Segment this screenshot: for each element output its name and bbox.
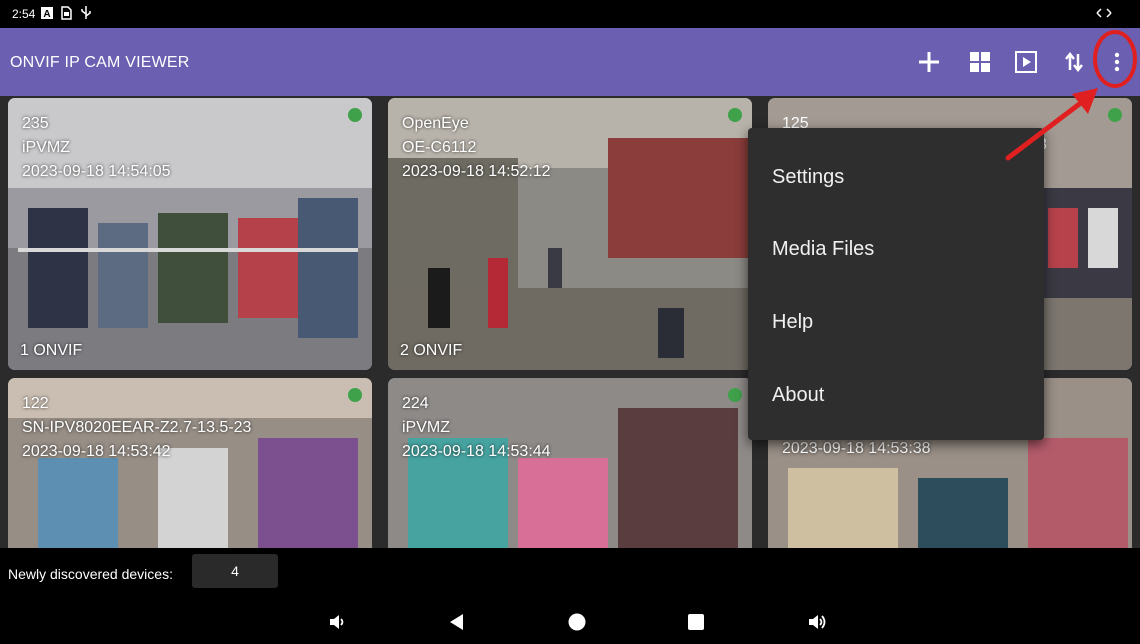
camera-model: OE-C6112 xyxy=(402,139,477,156)
volume-up-icon xyxy=(809,615,826,629)
newly-discovered-count-button[interactable]: 4 xyxy=(192,554,278,588)
camera-timestamp: 2023-09-18 14:52:12 xyxy=(402,163,551,180)
camera-tile-overlay: 224 iPVMZ 2023-09-18 14:53:44 xyxy=(388,378,752,548)
camera-timestamp: 2023-09-18 14:53:42 xyxy=(22,443,171,460)
recents-button[interactable] xyxy=(684,610,708,634)
grid-layout-button[interactable] xyxy=(966,48,994,76)
menu-item-media-files[interactable]: Media Files xyxy=(772,238,874,261)
volume-down-icon xyxy=(330,615,344,629)
camera-id: 122 xyxy=(22,395,49,412)
camera-id: 224 xyxy=(402,395,429,412)
back-button[interactable] xyxy=(444,610,468,634)
app-title: ONVIF IP CAM VIEWER xyxy=(10,54,190,71)
camera-model: iPVMZ xyxy=(402,419,450,436)
recents-icon xyxy=(688,614,704,630)
notification-a-icon: A xyxy=(41,6,53,20)
volume-up-button[interactable] xyxy=(806,610,830,634)
svg-text:A: A xyxy=(43,9,50,19)
camera-id: 235 xyxy=(22,115,49,132)
camera-label: 2 ONVIF xyxy=(400,342,463,359)
app-bar: ONVIF IP CAM VIEWER xyxy=(0,28,1140,96)
online-status-dot xyxy=(728,388,742,402)
camera-id: OpenEye xyxy=(402,115,469,132)
back-icon xyxy=(450,614,463,630)
camera-tile-overlay: 235 iPVMZ 2023-09-18 14:54:05 1 ONVIF xyxy=(8,98,372,370)
usb-icon xyxy=(80,6,92,20)
status-time: 2:54 xyxy=(12,7,36,21)
discovery-bar: Newly discovered devices: 4 xyxy=(0,548,1140,598)
online-status-dot xyxy=(728,108,742,122)
system-nav-bar xyxy=(0,598,1140,644)
menu-item-help[interactable]: Help xyxy=(772,311,813,334)
camera-timestamp: 2023-09-18 14:54:05 xyxy=(22,163,171,180)
home-icon xyxy=(568,613,586,631)
sim-icon xyxy=(60,6,72,20)
camera-timestamp: 2023-09-18 14:53:38 xyxy=(782,440,931,457)
add-camera-button[interactable] xyxy=(915,48,943,76)
online-status-dot xyxy=(348,108,362,122)
camera-info: 122 SN-IPV8020EEAR-Z2.7-13.5-23 2023-09-… xyxy=(22,392,251,464)
newly-discovered-label: Newly discovered devices: xyxy=(8,566,173,582)
camera-info: OpenEye OE-C6112 2023-09-18 14:52:12 xyxy=(402,112,551,184)
menu-item-about[interactable]: About xyxy=(772,384,824,407)
annotation-arrow-icon xyxy=(1005,88,1098,161)
data-transfer-icon xyxy=(1096,6,1112,20)
camera-tile-overlay: OpenEye OE-C6112 2023-09-18 14:52:12 2 O… xyxy=(388,98,752,370)
camera-model: SN-IPV8020EEAR-Z2.7-13.5-23 xyxy=(22,419,252,436)
camera-info: 235 iPVMZ 2023-09-18 14:54:05 xyxy=(22,112,171,184)
status-bar: 2:54 A xyxy=(0,0,1140,28)
camera-label: 1 ONVIF xyxy=(20,342,83,359)
add-icon xyxy=(919,52,939,72)
online-status-dot xyxy=(348,388,362,402)
camera-tile-overlay: 122 SN-IPV8020EEAR-Z2.7-13.5-23 2023-09-… xyxy=(8,378,372,548)
menu-item-settings[interactable]: Settings xyxy=(772,166,844,189)
online-status-dot xyxy=(1108,108,1122,122)
overflow-menu: Settings Media Files Help About xyxy=(748,128,1044,440)
volume-down-button[interactable] xyxy=(325,610,349,634)
grid-layout-icon xyxy=(970,52,990,72)
camera-info: 224 iPVMZ 2023-09-18 14:53:44 xyxy=(402,392,551,464)
home-button[interactable] xyxy=(565,610,589,634)
camera-model: iPVMZ xyxy=(22,139,70,156)
camera-timestamp: 2023-09-18 14:53:44 xyxy=(402,443,551,460)
sort-icon xyxy=(1065,52,1083,72)
